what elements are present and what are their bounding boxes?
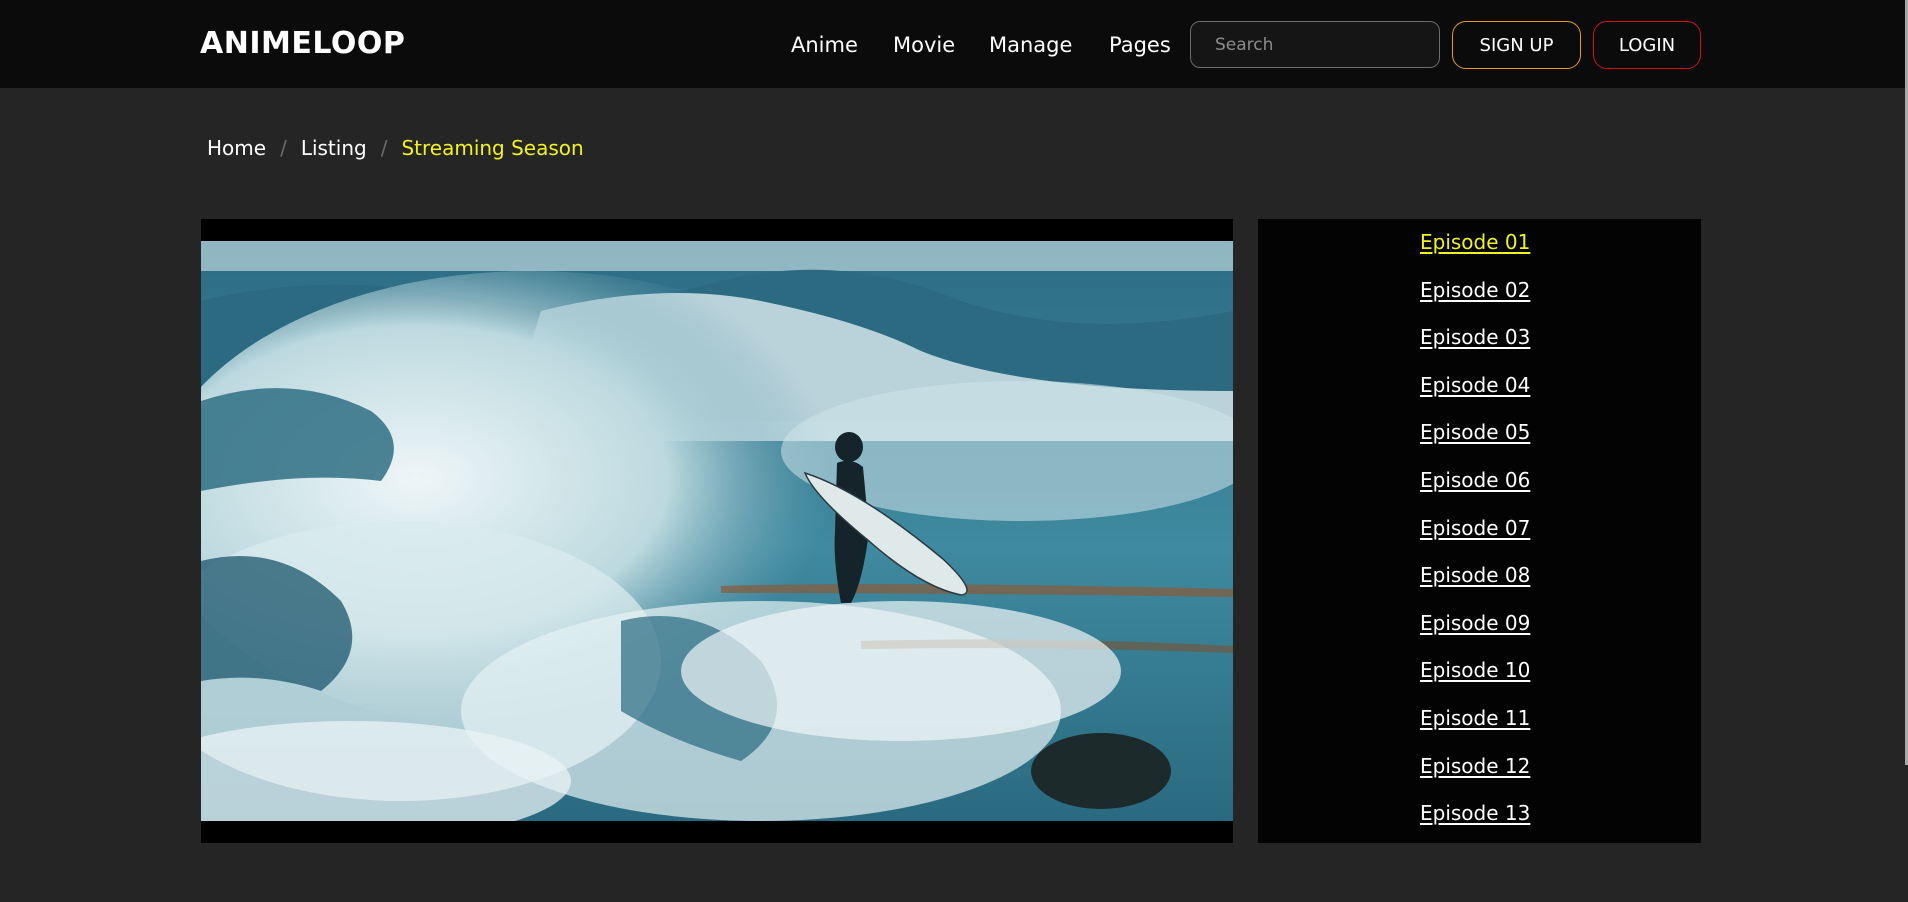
video-frame <box>201 241 1233 821</box>
episode-list-item: Episode 12 <box>1420 753 1530 801</box>
breadcrumb-separator: / <box>280 136 287 160</box>
breadcrumb: Home / Listing / Streaming Season <box>207 136 584 160</box>
episode-list-item: Episode 06 <box>1420 467 1530 515</box>
episode-list-item: Episode 01 <box>1420 229 1530 277</box>
breadcrumb-listing[interactable]: Listing <box>301 136 367 160</box>
episode-list-item: Episode 11 <box>1420 705 1530 753</box>
episode-list-item: Episode 04 <box>1420 372 1530 420</box>
nav-movie[interactable]: Movie <box>893 33 955 57</box>
video-player[interactable] <box>201 219 1233 843</box>
episode-link-05[interactable]: Episode 05 <box>1420 420 1530 444</box>
episode-list: Episode 01 Episode 02 Episode 03 Episode 04… <box>1420 229 1530 848</box>
episode-link-10[interactable]: Episode 10 <box>1420 658 1530 682</box>
episode-link-13[interactable]: Episode 13 <box>1420 801 1530 825</box>
breadcrumb-home[interactable]: Home <box>207 136 266 160</box>
login-button[interactable]: LOGIN <box>1593 21 1701 69</box>
episode-link-04[interactable]: Episode 04 <box>1420 373 1530 397</box>
episode-list-item: Episode 09 <box>1420 610 1530 658</box>
episode-link-11[interactable]: Episode 11 <box>1420 706 1530 730</box>
search-box <box>1190 21 1440 68</box>
episode-list-item: Episode 08 <box>1420 562 1530 610</box>
episode-link-01[interactable]: Episode 01 <box>1420 230 1530 254</box>
nav-pages[interactable]: Pages <box>1109 33 1171 57</box>
episode-link-12[interactable]: Episode 12 <box>1420 754 1530 778</box>
episode-list-item: Episode 03 <box>1420 324 1530 372</box>
episode-list-item: Episode 10 <box>1420 657 1530 705</box>
episode-list-item: Episode 07 <box>1420 515 1530 563</box>
episode-link-08[interactable]: Episode 08 <box>1420 563 1530 587</box>
episode-list-panel: Episode 01 Episode 02 Episode 03 Episode 04… <box>1258 219 1701 843</box>
episode-link-06[interactable]: Episode 06 <box>1420 468 1530 492</box>
breadcrumb-current: Streaming Season <box>401 136 584 160</box>
episode-list-item: Episode 13 <box>1420 800 1530 848</box>
nav-anime[interactable]: Anime <box>791 33 858 57</box>
search-input[interactable] <box>1191 22 1439 67</box>
surfer-wave-thumbnail <box>201 241 1233 821</box>
episode-link-09[interactable]: Episode 09 <box>1420 611 1530 635</box>
episode-link-03[interactable]: Episode 03 <box>1420 325 1530 349</box>
nav-manage[interactable]: Manage <box>989 33 1072 57</box>
episode-link-02[interactable]: Episode 02 <box>1420 278 1530 302</box>
site-logo[interactable]: ANIMELOOP <box>200 26 405 61</box>
breadcrumb-separator: / <box>380 136 388 160</box>
episode-list-item: Episode 05 <box>1420 419 1530 467</box>
top-navbar: ANIMELOOP Anime Movie Manage Pages SIGN … <box>0 0 1905 88</box>
episode-list-item: Episode 02 <box>1420 277 1530 325</box>
sign-up-button[interactable]: SIGN UP <box>1452 21 1581 69</box>
episode-link-07[interactable]: Episode 07 <box>1420 516 1530 540</box>
page: ANIMELOOP Anime Movie Manage Pages SIGN … <box>0 0 1908 902</box>
